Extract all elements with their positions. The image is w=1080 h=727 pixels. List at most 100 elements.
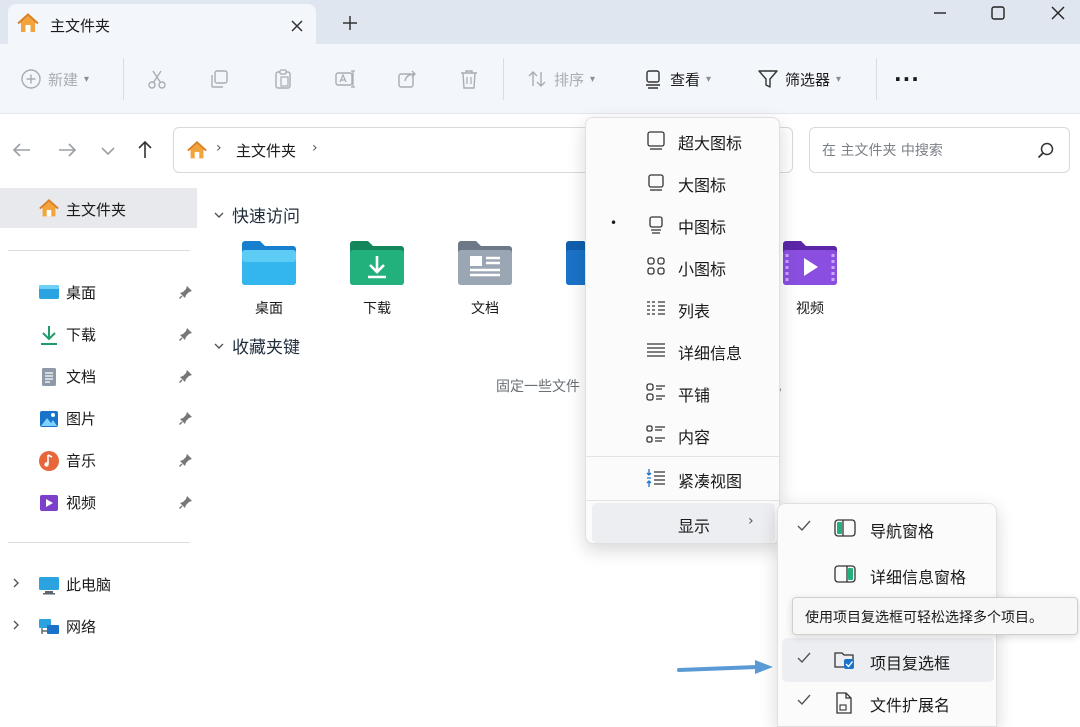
tab-close-icon[interactable]: [284, 13, 310, 39]
menu-item-small-icons[interactable]: 小图标: [592, 246, 775, 286]
submenu-item-details-pane[interactable]: 详细信息窗格: [782, 552, 994, 596]
new-button[interactable]: 新建 ▾: [20, 44, 89, 114]
pin-icon[interactable]: [178, 284, 194, 300]
menu-item-tiles[interactable]: 平铺: [592, 372, 775, 412]
small-icons-icon: [645, 255, 667, 277]
section-favorites[interactable]: 收藏夹键: [212, 333, 300, 358]
menu-item-label: 详细信息: [678, 344, 743, 363]
menu-item-extra-large-icons[interactable]: 超大图标: [592, 120, 775, 160]
checkmark-icon: [796, 650, 812, 666]
desktop-folder-icon: [240, 238, 298, 286]
menu-item-label: 内容: [678, 428, 711, 447]
menu-item-label: 列表: [678, 302, 711, 321]
delete-button[interactable]: [458, 44, 480, 114]
close-window-button[interactable]: [1034, 0, 1080, 28]
share-button[interactable]: [396, 44, 418, 114]
new-tab-button[interactable]: [336, 10, 364, 36]
music-icon: [38, 450, 60, 472]
sort-icon: [526, 68, 548, 90]
folder-tile-desktop[interactable]: 桌面: [240, 238, 320, 328]
folder-tile-videos[interactable]: 视频: [781, 238, 861, 328]
sidebar-item-documents[interactable]: 文档: [0, 358, 200, 394]
menu-item-label: 显示: [678, 517, 711, 536]
pin-icon[interactable]: [178, 368, 194, 384]
home-icon: [186, 140, 208, 162]
search-input[interactable]: [820, 138, 1030, 164]
sidebar-item-label: 此电脑: [66, 576, 112, 594]
tab-title: 主文件夹: [50, 17, 111, 35]
folder-tile-downloads[interactable]: 下载: [348, 238, 428, 328]
new-label: 新建: [48, 70, 79, 89]
search-icon[interactable]: [1036, 141, 1056, 161]
section-quick-access[interactable]: 快速访问: [212, 202, 300, 227]
folder-tile-documents[interactable]: 文档: [456, 238, 536, 328]
menu-item-compact-view[interactable]: 紧凑视图: [592, 458, 775, 498]
chevron-down-icon: ▾: [590, 73, 596, 85]
chevron-right-icon[interactable]: [9, 576, 23, 590]
pin-icon[interactable]: [178, 410, 194, 426]
filter-button[interactable]: 筛选器 ▾: [757, 44, 841, 114]
sidebar-item-music[interactable]: 音乐: [0, 442, 200, 478]
chevron-down-icon: ▾: [84, 73, 90, 85]
up-button[interactable]: [131, 136, 159, 164]
paste-button[interactable]: [272, 44, 294, 114]
pin-icon[interactable]: [178, 326, 194, 342]
breadcrumb-separator[interactable]: ›: [216, 140, 222, 156]
cut-button[interactable]: [146, 44, 168, 114]
chevron-right-icon[interactable]: [9, 618, 23, 632]
toolbar-divider: [876, 58, 877, 100]
section-title: 收藏夹键: [232, 338, 300, 358]
view-label: 查看: [670, 70, 701, 89]
breadcrumb-separator[interactable]: ›: [312, 140, 318, 156]
document-icon: [38, 366, 60, 388]
maximize-button[interactable]: [974, 0, 1022, 28]
pin-icon[interactable]: [178, 494, 194, 510]
menu-item-medium-icons[interactable]: • 中图标: [592, 204, 775, 244]
network-icon: [38, 616, 60, 638]
filter-label: 筛选器: [785, 70, 831, 89]
minimize-button[interactable]: [916, 0, 964, 28]
chevron-down-icon: ▾: [706, 73, 712, 85]
menu-item-list[interactable]: 列表: [592, 288, 775, 328]
sidebar-item-pictures[interactable]: 图片: [0, 400, 200, 436]
menu-item-content[interactable]: 内容: [592, 414, 775, 454]
copy-button[interactable]: [208, 44, 230, 114]
menu-divider: [586, 500, 779, 501]
sidebar-item-desktop[interactable]: 桌面: [0, 274, 200, 310]
sidebar-item-downloads[interactable]: 下载: [0, 316, 200, 352]
filter-icon: [757, 68, 779, 90]
rename-button[interactable]: [334, 44, 356, 114]
tiles-icon: [645, 381, 667, 403]
view-button[interactable]: 查看 ▾: [642, 44, 711, 114]
submenu-item-navigation-pane[interactable]: 导航窗格: [782, 506, 994, 550]
recent-locations-button[interactable]: [94, 136, 122, 164]
sidebar-divider: [8, 250, 190, 251]
menu-item-label: 小图标: [678, 260, 727, 279]
menu-item-show[interactable]: 显示 ›: [592, 503, 775, 543]
search-box[interactable]: [809, 127, 1070, 173]
sidebar-item-label: 音乐: [66, 452, 97, 470]
downloads-folder-icon: [348, 238, 406, 286]
back-button[interactable]: [8, 136, 36, 164]
arrow-left-icon: [8, 136, 36, 164]
breadcrumb-home[interactable]: 主文件夹: [236, 140, 296, 161]
submenu-item-file-extensions[interactable]: 文件扩展名: [782, 680, 994, 724]
cut-icon: [146, 68, 168, 90]
home-icon: [38, 198, 60, 220]
sidebar-item-videos[interactable]: 视频: [0, 484, 200, 520]
delete-icon: [458, 68, 480, 90]
menu-item-large-icons[interactable]: 大图标: [592, 162, 775, 202]
sidebar-item-network[interactable]: 网络: [0, 608, 200, 644]
forward-button[interactable]: [53, 136, 81, 164]
pin-icon[interactable]: [178, 452, 194, 468]
more-options-button[interactable]: ···: [894, 44, 920, 114]
sidebar-item-home[interactable]: 主文件夹: [0, 188, 197, 228]
menu-item-details[interactable]: 详细信息: [592, 330, 775, 370]
sidebar-item-this-pc[interactable]: 此电脑: [0, 566, 200, 602]
submenu-item-item-checkboxes[interactable]: 项目复选框: [782, 638, 994, 682]
folder-label: 桌面: [255, 301, 283, 317]
sort-button[interactable]: 排序 ▾: [526, 44, 595, 114]
documents-folder-icon: [456, 238, 514, 286]
arrow-right-icon: [53, 136, 81, 164]
tab-home[interactable]: 主文件夹: [8, 4, 316, 44]
